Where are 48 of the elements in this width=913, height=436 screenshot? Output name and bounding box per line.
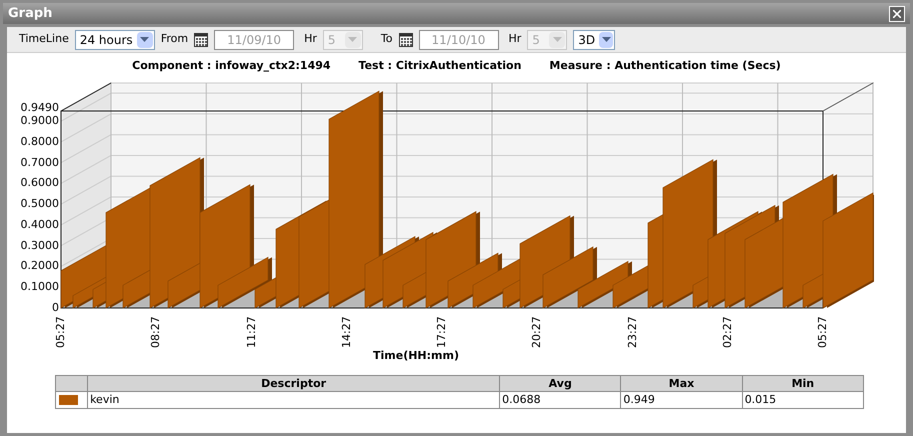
to-label: To [380,31,392,48]
y-axis-label: 0.1000 [20,281,59,292]
x-axis-label: 14:27 [340,316,353,348]
y-axis-label: 0.3000 [20,240,59,251]
y-axis-label: 0.7000 [20,156,59,168]
x-axis-label: 05:27 [55,316,67,348]
x-axis-title: Time(HH:mm) [373,350,459,362]
table-cell: 0.015 [742,392,864,408]
caret-icon [140,36,150,42]
y-axis-label: 0.9490 [20,102,59,113]
x-axis-label: 11:27 [246,316,258,348]
x-axis-label: 17:27 [436,316,448,348]
x-axis-label: 02:27 [722,316,734,348]
column-header: Avg [500,376,621,392]
close-icon [893,10,901,18]
timeline-label: TimeLine [19,31,69,48]
caret-icon [552,36,562,42]
y-axis-label: 0.6000 [20,177,59,188]
dropdown[interactable]: 3D [573,30,616,50]
y-axis-label: 0.8000 [20,136,59,147]
dropdown[interactable]: 24 hours [74,30,155,50]
chart-heading: Test : CitrixAuthentication [358,58,522,74]
caret-icon [602,36,611,42]
close-button[interactable] [889,6,905,22]
hour-label: Hr [508,31,522,48]
x-axis-label: 23:27 [626,316,638,348]
hour-label: Hr [304,31,317,48]
y-axis-label: 0.9000 [20,115,59,126]
table-cell: kevin [88,392,500,408]
chart-heading: Component : infoway_ctx2:1494 [132,58,331,74]
caret-icon [348,36,358,42]
y-axis-label: 0.2000 [20,260,59,272]
from-label: From [160,31,188,48]
calendar-icon[interactable] [194,32,208,46]
window-title: Graph [8,4,52,23]
y-axis-label: 0.4000 [20,218,59,230]
column-header: Max [620,376,742,392]
x-axis-label: 08:27 [150,316,162,348]
x-axis-label: 05:27 [817,316,829,348]
table-cell: 0.0688 [500,392,621,408]
y-axis-label: 0 [52,302,59,313]
x-axis-label: 20:27 [531,316,544,348]
column-header: Min [742,376,864,392]
table-cell: 0.949 [620,392,742,408]
calendar-icon[interactable] [398,32,412,46]
y-axis-label: 0.5000 [20,198,59,210]
column-header: Descriptor [88,376,500,392]
chart-heading: Measure : Authentication time (Secs) [549,58,781,74]
